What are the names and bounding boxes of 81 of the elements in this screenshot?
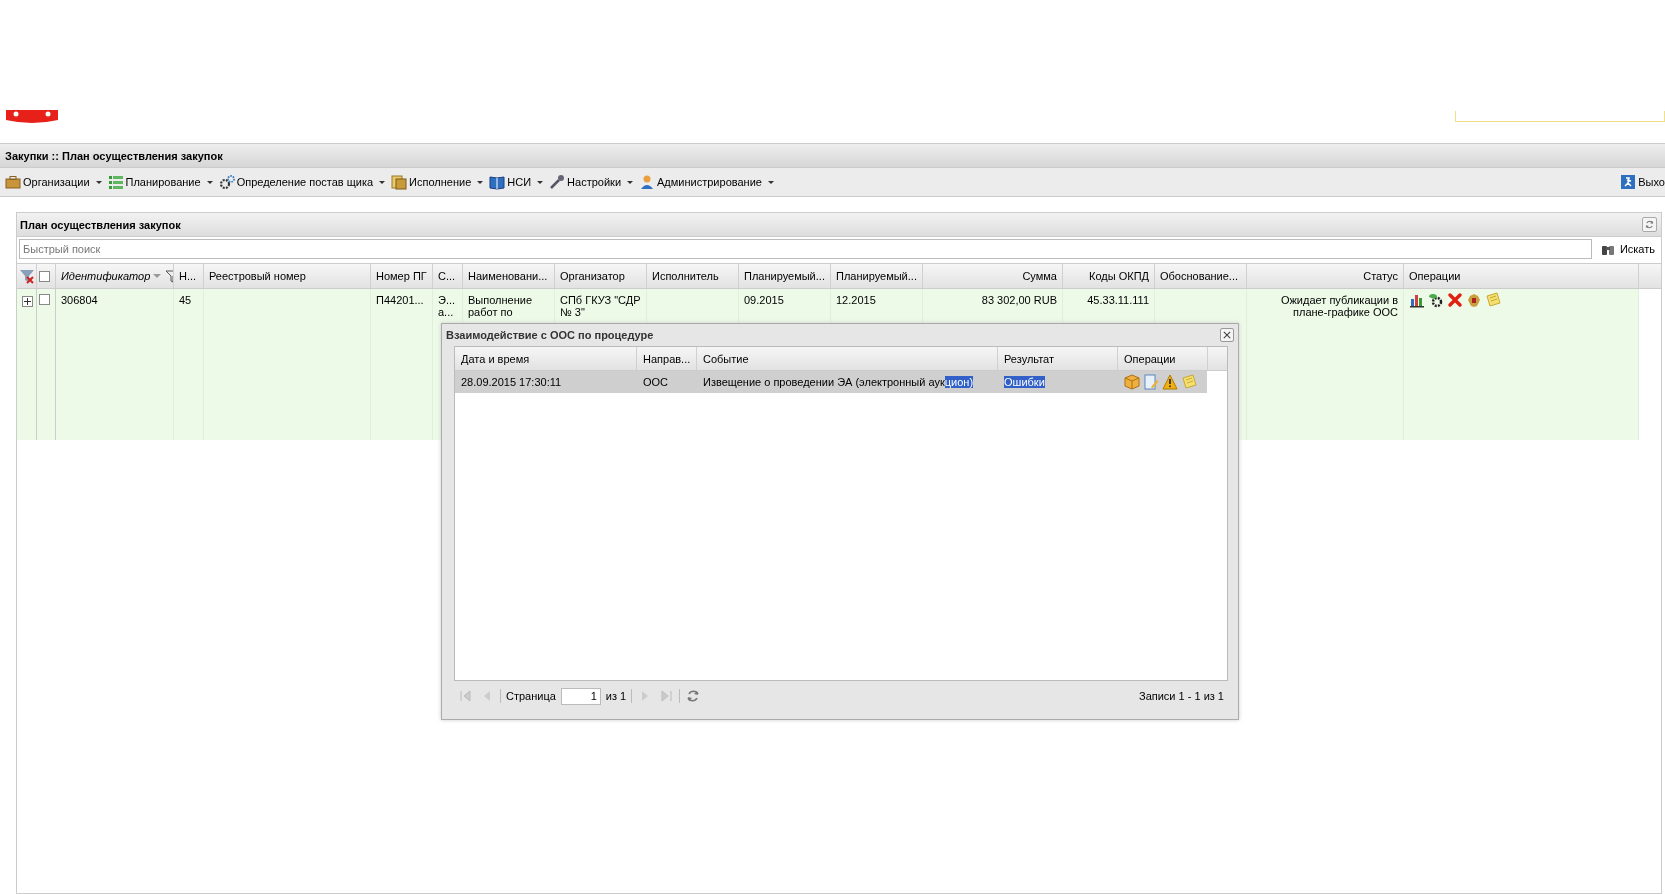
menu-item[interactable]: Настройки	[549, 172, 634, 192]
gear-icon	[1428, 292, 1444, 308]
exit-icon	[1620, 174, 1637, 190]
column-header[interactable]: Обоснование...	[1155, 264, 1247, 288]
dialog-title: Взаимодействие с ООС по процедуре	[446, 329, 654, 341]
menu-item[interactable]: Организации	[5, 172, 102, 192]
table-cell: 45.33.11.111	[1087, 294, 1149, 306]
window-title: Закупки :: План осуществления закупок	[5, 149, 223, 162]
column-header[interactable]: Сумма	[923, 264, 1063, 288]
column-header[interactable]: С...	[433, 264, 463, 288]
documents-icon	[391, 174, 408, 190]
column-header[interactable]: Организатор	[555, 264, 647, 288]
table-cell: СПб ГКУЗ "СДР № 3"	[560, 294, 641, 318]
bar-chart-icon	[1409, 292, 1425, 308]
briefcase-icon	[5, 174, 21, 190]
exit-button[interactable]: Выхо	[1620, 172, 1665, 192]
menu-item[interactable]: Администрирование	[639, 172, 774, 192]
search-button[interactable]: Искать	[1595, 241, 1659, 257]
column-header[interactable]: Реестровый номер	[204, 264, 371, 288]
column-header[interactable]: Исполнитель	[647, 264, 739, 288]
menu-item[interactable]: НСИ	[489, 172, 544, 192]
table-cell: ООС	[643, 376, 669, 388]
column-header[interactable]: Операции	[1404, 264, 1639, 288]
menu-item[interactable]: Определение постав щика	[218, 172, 386, 192]
refresh-icon	[685, 688, 702, 704]
wrench-icon	[549, 174, 566, 190]
cross-icon	[1447, 292, 1463, 308]
table-cell: 09.2015	[744, 294, 784, 306]
note-icon	[1181, 374, 1197, 390]
logo-icon	[6, 110, 58, 124]
column-header[interactable]: Статус	[1247, 264, 1404, 288]
column-header[interactable]: Событие	[697, 347, 998, 370]
table-cell: 12.2015	[836, 294, 876, 306]
panel-title: План осуществления закупок	[20, 218, 181, 231]
list-icon	[107, 174, 124, 190]
warning-icon	[1162, 374, 1178, 390]
menu-item[interactable]: Исполнение	[391, 172, 484, 192]
edit-document-icon	[1143, 374, 1159, 390]
table-cell: Ожидает публикации в плане-графике ООС	[1280, 294, 1398, 318]
column-header[interactable]: Дата и время	[455, 347, 637, 370]
first-icon	[458, 688, 474, 704]
column-header[interactable]: Идентификатор	[56, 264, 174, 288]
table-cell: П44201...	[376, 294, 424, 306]
table-cell: Ошибки	[1004, 376, 1045, 388]
refresh-icon	[1644, 219, 1655, 230]
table-cell: 306804	[61, 294, 98, 306]
table-cell: 83 302,00 RUB	[981, 294, 1057, 306]
table-cell: Э... а...	[438, 294, 456, 318]
column-header[interactable]: Планируемый...	[739, 264, 831, 288]
table-cell: Выполнение работ по	[468, 294, 533, 318]
column-header[interactable]: Номер ПГ	[371, 264, 433, 288]
row-checkbox[interactable]	[39, 294, 50, 305]
column-header[interactable]: Направ...	[637, 347, 697, 370]
refresh-button[interactable]	[1642, 217, 1657, 232]
table-cell: 28.09.2015 17:30:11	[461, 376, 562, 388]
column-header[interactable]: Операции	[1118, 347, 1208, 370]
column-header[interactable]: Н...	[174, 264, 204, 288]
box-icon	[1124, 374, 1140, 390]
last-icon	[658, 688, 675, 704]
person-icon	[639, 174, 656, 190]
note-icon	[1485, 292, 1501, 308]
column-header[interactable]: Результат	[998, 347, 1118, 370]
column-header[interactable]: Коды ОКПД	[1063, 264, 1155, 288]
table-cell: 45	[179, 294, 192, 306]
close-button[interactable]	[1220, 328, 1234, 342]
select-all-checkbox[interactable]	[39, 270, 50, 282]
gears-icon	[218, 174, 235, 190]
search-field[interactable]: Быстрый поиск	[19, 239, 1592, 259]
refresh-button[interactable]	[685, 688, 702, 704]
column-header[interactable]: Наименовани...	[463, 264, 555, 288]
menu-item[interactable]: Планирование	[107, 172, 213, 192]
page-label: Страница	[506, 690, 556, 702]
page-field[interactable]: 1	[560, 687, 601, 705]
page-count: из 1	[605, 690, 627, 702]
expand-icon[interactable]	[22, 296, 33, 307]
book-icon	[489, 174, 506, 190]
column-header[interactable]: Планируемый...	[831, 264, 923, 288]
emblem-icon	[1466, 292, 1482, 308]
records-count: Записи 1 - 1 из 1	[1139, 690, 1224, 702]
filter-clear-icon	[19, 268, 35, 284]
sort-icon	[153, 274, 162, 278]
